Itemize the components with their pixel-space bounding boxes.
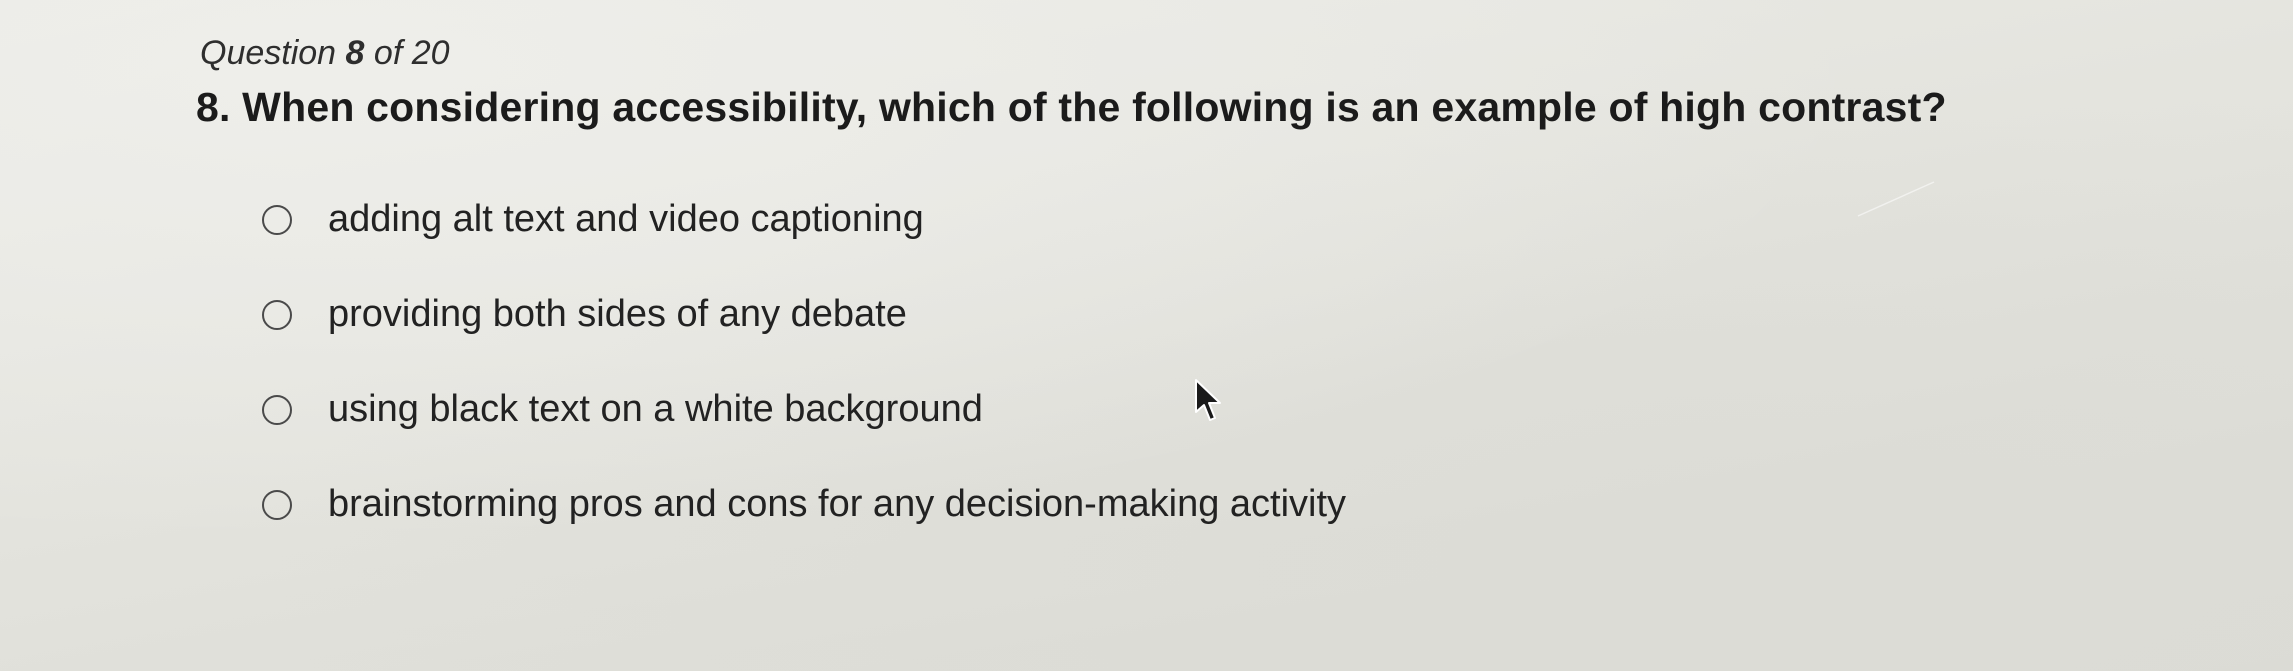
radio-button-icon[interactable]	[262, 204, 292, 235]
radio-button-icon[interactable]	[262, 489, 292, 520]
question-text: 8. When considering accessibility, which…	[196, 84, 1947, 130]
radio-button-icon[interactable]	[262, 299, 292, 330]
answer-option-label[interactable]: providing both sides of any debate	[328, 293, 907, 336]
answer-option-3[interactable]: using black text on a white background	[262, 362, 1346, 457]
answer-option-1[interactable]: adding alt text and video captioning	[262, 172, 1346, 267]
question-counter-prefix: Question	[200, 34, 337, 72]
mouse-pointer-icon	[1195, 379, 1221, 421]
question-counter-of: of	[373, 34, 403, 72]
screen-scratch-mark	[1857, 181, 1935, 217]
answer-option-label[interactable]: using black text on a white background	[328, 388, 983, 431]
answer-option-2[interactable]: providing both sides of any debate	[262, 267, 1346, 362]
question-counter-number: 8	[345, 34, 365, 72]
radio-button-icon[interactable]	[262, 394, 292, 425]
answer-options: adding alt text and video captioning pro…	[262, 172, 1346, 552]
question-counter-total: 20	[411, 34, 450, 72]
answer-option-label[interactable]: brainstorming pros and cons for any deci…	[328, 483, 1346, 526]
answer-option-4[interactable]: brainstorming pros and cons for any deci…	[262, 457, 1346, 552]
question-counter: Question 8 of 20	[200, 34, 450, 73]
answer-option-label[interactable]: adding alt text and video captioning	[328, 198, 924, 241]
